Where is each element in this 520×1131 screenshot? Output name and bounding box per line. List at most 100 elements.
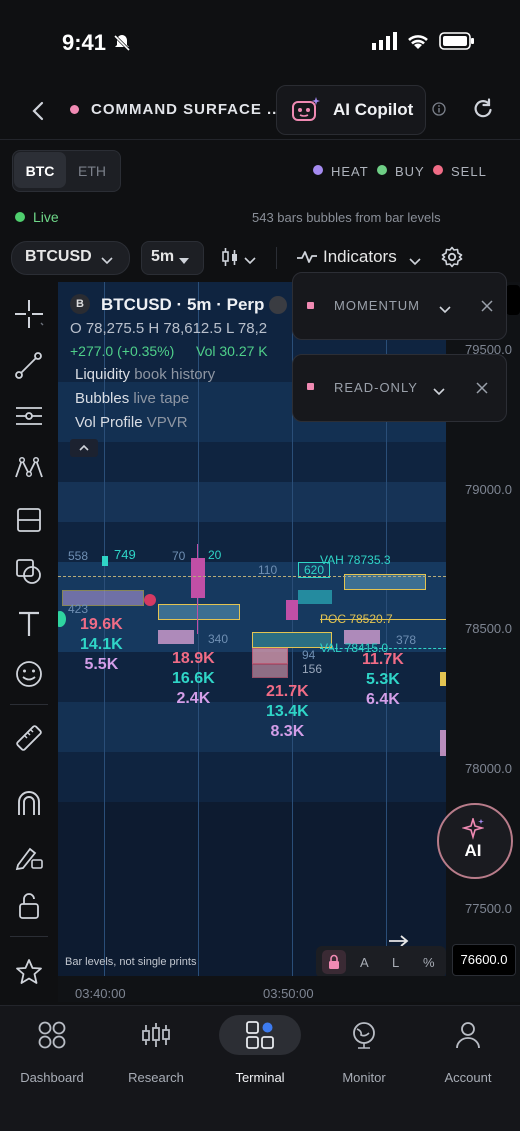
level-value: 749 (114, 547, 136, 562)
ai-fab-label: AI (464, 841, 482, 860)
lock-scale-button[interactable] (322, 950, 346, 974)
cluster-buy: 16.6K (172, 670, 215, 687)
footprint-level (252, 664, 288, 678)
cluster-delta: 8.3K (270, 723, 305, 740)
layer-sub: book history (134, 366, 216, 383)
candle (102, 556, 108, 566)
price-label: 79000.0 (465, 482, 512, 497)
candle (286, 600, 298, 620)
indicators-button[interactable]: Indicators (323, 247, 397, 267)
indicators-icon (296, 250, 318, 269)
layer-vol-profile[interactable]: Vol Profile VPVR (75, 414, 188, 431)
cluster-sell: 19.6K (80, 616, 123, 633)
chevron-down-icon[interactable] (439, 301, 451, 319)
magnet-icon[interactable] (13, 787, 45, 819)
legend-collapse-button[interactable] (70, 439, 98, 457)
current-price-label: 76600.0 (452, 944, 516, 976)
research-icon (141, 1020, 171, 1055)
bell-muted-icon (112, 33, 132, 58)
ruler-icon[interactable] (13, 722, 45, 754)
shapes-icon[interactable] (13, 556, 45, 588)
level-value: 558 (68, 549, 89, 563)
level-value: 340 (208, 632, 229, 646)
axis-handle (506, 285, 520, 315)
nav-label: Dashboard (20, 1070, 84, 1085)
trend-line-icon[interactable] (13, 350, 45, 382)
back-button[interactable] (30, 98, 46, 129)
momentum-label: MOMENTUM (334, 298, 420, 313)
rail-divider (10, 936, 48, 937)
price-label: 78500.0 (465, 621, 512, 636)
ohlc-values: O 78,275.5 H 78,612.5 L 78,2 (70, 320, 268, 337)
unlock-icon[interactable] (13, 890, 45, 922)
pencil-lock-icon[interactable] (13, 840, 45, 872)
fib-levels-icon[interactable] (13, 400, 45, 432)
star-icon[interactable] (13, 956, 45, 988)
price-label: 78000.0 (465, 761, 512, 776)
cluster-totals: 21.7K 13.4K 8.3K (266, 682, 309, 742)
gear-icon[interactable] (441, 246, 463, 273)
auto-scale-button[interactable]: A (360, 955, 369, 970)
nav-label: Monitor (342, 1070, 386, 1085)
heat-dot (313, 165, 323, 175)
candle-wick (197, 544, 198, 634)
toolbar-divider (276, 247, 277, 269)
pattern-icon[interactable] (13, 452, 45, 484)
monitor-icon (349, 1020, 379, 1055)
chevron-down-icon[interactable] (433, 383, 445, 401)
close-icon[interactable] (481, 299, 493, 317)
layer-name: Bubbles (75, 390, 130, 407)
status-bar: 9:41 (0, 0, 520, 80)
level-value: 110 (258, 563, 278, 577)
terminal-icon (245, 1020, 275, 1055)
crosshair-icon[interactable] (13, 298, 45, 330)
level-value: 20 (208, 548, 222, 562)
symbol-label: BTCUSD (25, 248, 92, 265)
refresh-icon[interactable] (472, 98, 494, 125)
account-icon (453, 1020, 483, 1055)
rectangle-icon[interactable] (13, 504, 45, 536)
bottom-navigation: Dashboard Research Terminal Monitor Acco… (0, 1005, 520, 1131)
nav-label: Account (444, 1070, 492, 1085)
collapse-legend-button[interactable] (269, 296, 287, 314)
emoji-icon[interactable] (13, 658, 45, 690)
nav-terminal[interactable]: Terminal (208, 1013, 312, 1103)
cluster-totals: 11.7K 5.3K 6.4K (362, 650, 404, 710)
layer-name: Vol Profile (75, 414, 143, 431)
nav-research[interactable]: Research (104, 1013, 208, 1103)
nav-dashboard[interactable]: Dashboard (0, 1013, 104, 1103)
nav-account[interactable]: Account (416, 1013, 520, 1103)
nav-label: Research (128, 1070, 184, 1085)
rail-divider (10, 704, 48, 705)
price-change: +277.0 (+0.35%) (70, 343, 175, 359)
nav-monitor[interactable]: Monitor (312, 1013, 416, 1103)
header-divider (0, 139, 520, 140)
text-tool-icon[interactable] (13, 608, 45, 640)
layer-bubbles[interactable]: Bubbles live tape (75, 390, 189, 407)
buy-dot (377, 165, 387, 175)
vah-line (58, 576, 446, 577)
tab-btc[interactable]: BTC (14, 163, 66, 179)
info-icon[interactable] (432, 102, 446, 121)
legend-buy: BUY (395, 164, 425, 179)
candle-type-icon[interactable] (221, 247, 239, 272)
exchange-badge: B (70, 294, 90, 314)
caret-down-icon (179, 252, 189, 270)
interval-label: 5m (151, 248, 175, 265)
cluster-delta: 5.5K (84, 656, 119, 673)
live-label: Live (33, 209, 59, 225)
close-icon[interactable] (476, 381, 488, 399)
footprint-level (158, 604, 240, 620)
indicator-color (307, 302, 314, 309)
heat-band (58, 482, 446, 522)
cluster-sell: 11.7K (362, 651, 404, 668)
tab-eth[interactable]: ETH (66, 163, 118, 179)
nav-divider (0, 1005, 520, 1006)
percent-scale-button[interactable]: % (423, 955, 435, 970)
time-label: 03:50:00 (263, 986, 314, 1001)
layer-liquidity[interactable]: Liquidity book history (75, 366, 215, 383)
layer-sub: live tape (133, 390, 190, 407)
layer-sub: VPVR (146, 414, 188, 431)
log-scale-button[interactable]: L (392, 955, 399, 970)
volume-value: Vol 30.27 K (196, 343, 268, 359)
